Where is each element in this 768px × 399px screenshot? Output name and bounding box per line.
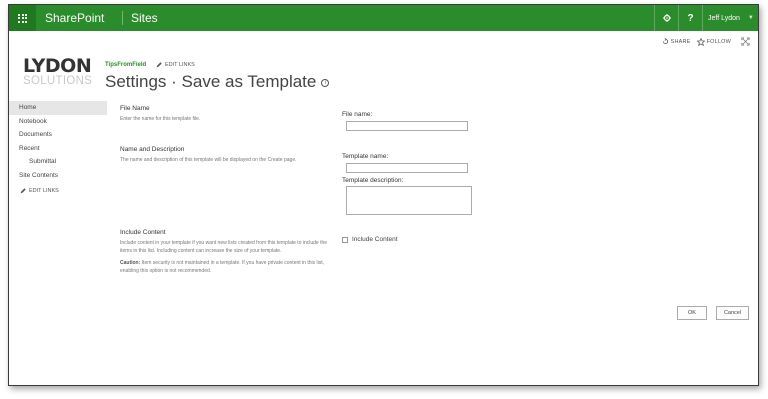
name-description-section: Name and Description The name and descri… bbox=[120, 146, 340, 165]
logo-wordmark: LYDON bbox=[23, 55, 92, 77]
nav-item-notebook[interactable]: Notebook bbox=[9, 115, 107, 129]
file-name-section-title: File Name bbox=[120, 105, 150, 112]
gear-icon[interactable] bbox=[654, 5, 678, 31]
nav-item-site-contents[interactable]: Site Contents bbox=[9, 169, 107, 183]
follow-label: FOLLOW bbox=[706, 38, 731, 45]
sharepoint-window: SharePoint Sites ? Jeff Lydon ▼ SHARE FO… bbox=[8, 4, 759, 386]
sites-link[interactable]: Sites bbox=[122, 11, 158, 25]
site-breadcrumb-link[interactable]: TipsFromField bbox=[105, 62, 146, 68]
star-icon bbox=[696, 37, 705, 46]
template-description-input[interactable] bbox=[346, 186, 472, 215]
include-content-label: Include Content bbox=[352, 236, 398, 243]
edit-links-top-label: EDIT LINKS bbox=[165, 62, 195, 68]
focus-icon[interactable] bbox=[741, 37, 752, 46]
page-actions: SHARE FOLLOW bbox=[656, 37, 752, 46]
caution-note: Caution: Item security is not maintained… bbox=[120, 260, 335, 275]
file-name-section-description: Enter the name for this template file. bbox=[120, 116, 201, 122]
template-name-input[interactable] bbox=[346, 163, 468, 173]
file-name-section: File Name Enter the name for this templa… bbox=[120, 105, 340, 124]
sharepoint-brand[interactable]: SharePoint bbox=[45, 11, 104, 25]
nav-item-documents[interactable]: Documents bbox=[9, 128, 107, 142]
edit-links-top-button[interactable]: EDIT LINKS bbox=[156, 62, 195, 68]
share-label: SHARE bbox=[670, 38, 691, 45]
file-name-input[interactable] bbox=[346, 121, 468, 131]
name-description-section-description: The name and description of this templat… bbox=[120, 157, 297, 163]
include-content-section-description: Include content in your template if you … bbox=[120, 240, 328, 254]
template-name-label: Template name: bbox=[342, 153, 389, 160]
app-launcher-icon[interactable] bbox=[9, 5, 36, 31]
template-description-label: Template description: bbox=[342, 177, 404, 184]
user-name: Jeff Lydon bbox=[708, 14, 740, 22]
name-description-section-title: Name and Description bbox=[120, 146, 185, 153]
page-title-text: Settings · Save as Template bbox=[105, 72, 317, 91]
caution-text: Item security is not maintained in a tem… bbox=[120, 260, 324, 274]
suite-bar: SharePoint Sites ? Jeff Lydon ▼ bbox=[9, 5, 758, 31]
user-menu[interactable]: Jeff Lydon ▼ bbox=[702, 5, 758, 31]
nav-item-submittal[interactable]: Submittal bbox=[9, 155, 107, 169]
site-logo[interactable]: LYDON SOLUTIONS bbox=[23, 57, 93, 89]
logo-subtitle: SOLUTIONS bbox=[23, 75, 93, 87]
nav-item-recent[interactable]: Recent bbox=[9, 142, 107, 156]
edit-links-left-button[interactable]: EDIT LINKS bbox=[9, 188, 107, 194]
pencil-icon bbox=[156, 62, 162, 68]
pencil-icon bbox=[20, 188, 26, 194]
caution-label: Caution: bbox=[120, 260, 141, 266]
nav-item-home[interactable]: Home bbox=[9, 101, 107, 115]
chevron-down-icon: ▼ bbox=[747, 15, 754, 21]
share-icon bbox=[662, 38, 668, 45]
include-content-option[interactable]: Include Content bbox=[342, 236, 398, 243]
left-navigation: Home Notebook Documents Recent Submittal… bbox=[9, 101, 107, 194]
cancel-button[interactable]: Cancel bbox=[716, 306, 749, 320]
page-title: Settings · Save as Template i bbox=[105, 72, 330, 92]
help-icon[interactable]: ? bbox=[678, 5, 702, 31]
include-content-section: Include Content Include content in your … bbox=[120, 229, 335, 275]
follow-button[interactable]: FOLLOW bbox=[696, 37, 731, 46]
include-content-checkbox[interactable] bbox=[342, 236, 348, 243]
ok-button[interactable]: OK bbox=[677, 306, 707, 320]
include-content-section-title: Include Content bbox=[120, 229, 166, 236]
share-button[interactable]: SHARE bbox=[662, 38, 691, 45]
file-name-label: File name: bbox=[342, 111, 373, 118]
edit-links-left-label: EDIT LINKS bbox=[29, 188, 59, 194]
info-icon[interactable]: i bbox=[321, 78, 330, 87]
